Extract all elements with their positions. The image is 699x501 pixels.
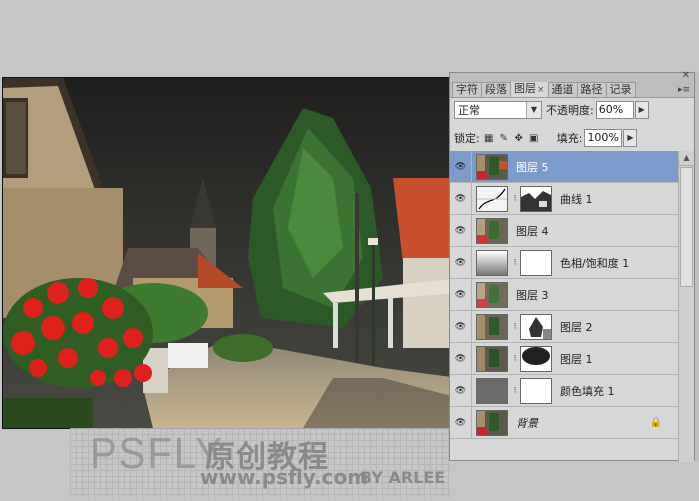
- layer-row[interactable]: 👁 ⁝ 图层 2: [450, 311, 678, 343]
- tab-close-icon[interactable]: ×: [537, 85, 545, 95]
- lock-all-icon[interactable]: ▣: [528, 132, 540, 144]
- panel-menu-icon[interactable]: ▸≡: [678, 83, 690, 97]
- link-icon[interactable]: ⁝: [510, 354, 520, 364]
- tab-history[interactable]: 记录: [605, 82, 636, 97]
- layer-name: 图层 5: [516, 160, 549, 174]
- lock-icon: 🔒: [649, 417, 662, 428]
- layer-thumbnail: [476, 345, 508, 372]
- layer-name: 颜色填充 1: [560, 384, 615, 398]
- link-icon[interactable]: ⁝: [510, 386, 520, 396]
- watermark-url: www.psfly.com: [200, 465, 369, 489]
- layer-name: 图层 3: [516, 288, 549, 302]
- layer-name: 色相/饱和度 1: [560, 256, 630, 270]
- chevron-down-icon[interactable]: ▼: [526, 102, 541, 118]
- village-street-photo: [3, 78, 459, 428]
- watermark-author: BY ARLEE: [360, 468, 446, 487]
- panel-edge: [695, 72, 699, 461]
- eye-icon[interactable]: 👁: [450, 407, 472, 438]
- opacity-input[interactable]: 60%: [595, 101, 634, 119]
- link-icon[interactable]: ⁝: [510, 258, 520, 268]
- document-canvas[interactable]: [2, 77, 460, 429]
- eye-icon[interactable]: 👁: [450, 343, 472, 374]
- eye-icon[interactable]: 👁: [450, 375, 472, 406]
- layer-name: 背景: [516, 416, 538, 430]
- fill-slider-icon[interactable]: ▶: [623, 129, 638, 147]
- layer-row[interactable]: 👁 图层 3: [450, 279, 678, 311]
- layers-panel: ✕ 字符 段落 图层× 通道 路径 记录 ▸≡ 正常 ▼ 不透明度: 60% ▶…: [449, 71, 695, 462]
- close-icon[interactable]: ✕: [682, 71, 690, 81]
- blend-row: 正常 ▼ 不透明度: 60% ▶: [454, 100, 690, 120]
- scroll-up-icon[interactable]: ▲: [679, 151, 694, 166]
- hue-saturation-thumbnail: [476, 249, 508, 276]
- panel-titlebar[interactable]: ✕: [450, 71, 694, 82]
- layer-thumbnail: [476, 153, 508, 180]
- layer-mask-thumbnail[interactable]: [520, 345, 552, 372]
- layer-mask-thumbnail[interactable]: [520, 185, 552, 212]
- layer-row[interactable]: 👁 ⁝ 曲线 1: [450, 183, 678, 215]
- tab-channels[interactable]: 通道: [547, 82, 578, 97]
- link-icon[interactable]: ⁝: [510, 322, 520, 332]
- layer-row[interactable]: 👁 图层 4: [450, 215, 678, 247]
- eye-icon[interactable]: 👁: [450, 247, 472, 278]
- fill-input[interactable]: 100%: [584, 129, 623, 147]
- tab-paragraph[interactable]: 段落: [481, 82, 511, 97]
- lock-pixels-icon[interactable]: ✎: [498, 132, 510, 144]
- opacity-label: 不透明度:: [546, 104, 594, 117]
- tab-layers[interactable]: 图层×: [510, 81, 549, 97]
- tab-paths[interactable]: 路径: [576, 82, 607, 97]
- curves-thumbnail: [476, 185, 508, 212]
- layer-list-scrollbar[interactable]: ▲: [678, 151, 694, 462]
- lock-position-icon[interactable]: ✥: [513, 132, 525, 144]
- scroll-thumb[interactable]: [680, 167, 693, 287]
- blend-mode-select[interactable]: 正常 ▼: [454, 101, 542, 119]
- tab-character[interactable]: 字符: [452, 82, 482, 97]
- lock-row: 锁定: ▦ ✎ ✥ ▣ 填充: 100% ▶: [454, 128, 690, 148]
- layer-row[interactable]: 👁 ⁝ 色相/饱和度 1: [450, 247, 678, 279]
- layer-name: 图层 2: [560, 320, 593, 334]
- layer-row[interactable]: 👁 ⁝ 颜色填充 1: [450, 375, 678, 407]
- layer-thumbnail: [476, 409, 508, 436]
- layer-name: 图层 1: [560, 352, 593, 366]
- layer-row[interactable]: 👁 ⁝ 图层 1: [450, 343, 678, 375]
- eye-icon[interactable]: 👁: [450, 215, 472, 246]
- opacity-slider-icon[interactable]: ▶: [634, 101, 649, 119]
- layer-mask-thumbnail[interactable]: [520, 249, 552, 276]
- panel-tabs: 字符 段落 图层× 通道 路径 记录 ▸≡: [450, 81, 694, 98]
- eye-icon[interactable]: 👁: [450, 183, 472, 214]
- color-fill-thumbnail: [476, 377, 508, 404]
- eye-icon[interactable]: 👁: [450, 279, 472, 310]
- layer-mask-thumbnail[interactable]: [520, 377, 552, 404]
- layer-name: 曲线 1: [560, 192, 593, 206]
- layer-name: 图层 4: [516, 224, 549, 238]
- layer-thumbnail: [476, 313, 508, 340]
- layer-row[interactable]: 👁 图层 5: [450, 151, 678, 183]
- layer-thumbnail: [476, 281, 508, 308]
- layer-row[interactable]: 👁 背景 🔒: [450, 407, 678, 439]
- lock-label: 锁定:: [454, 132, 480, 145]
- layer-mask-thumbnail[interactable]: [520, 313, 552, 340]
- fill-label: 填充:: [556, 132, 583, 145]
- link-icon[interactable]: ⁝: [510, 194, 520, 204]
- lock-transparency-icon[interactable]: ▦: [483, 132, 495, 144]
- eye-icon[interactable]: 👁: [450, 151, 472, 182]
- layer-list: 👁 图层 5 👁 ⁝ 曲线 1 👁 图层 4 👁 ⁝ 色相/饱和度 1 👁 图层…: [450, 151, 678, 462]
- eye-icon[interactable]: 👁: [450, 311, 472, 342]
- layer-thumbnail: [476, 217, 508, 244]
